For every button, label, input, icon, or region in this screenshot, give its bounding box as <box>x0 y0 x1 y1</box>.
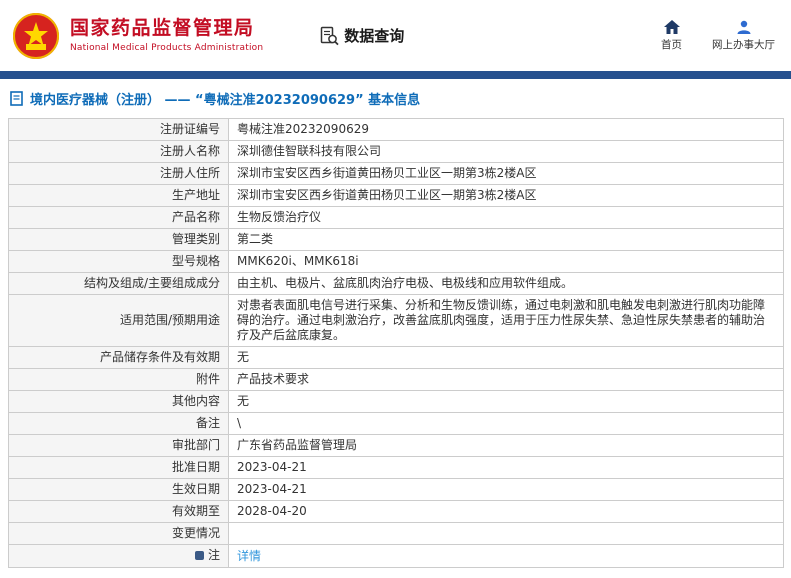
row-value: 粤械注准20232090629 <box>228 118 784 141</box>
row-label: 注册证编号 <box>8 118 229 141</box>
note-label: 注 <box>207 548 220 562</box>
note-icon <box>194 551 204 560</box>
row-value: 第二类 <box>228 228 784 251</box>
row-value: MMK620i、MMK618i <box>228 250 784 273</box>
row-model-spec: 型号规格 MMK620i、MMK618i <box>8 250 784 273</box>
row-value: 2028-04-20 <box>228 500 784 523</box>
row-registrant-name: 注册人名称 深圳德佳智联科技有限公司 <box>8 140 784 163</box>
document-icon <box>10 91 23 106</box>
row-value: 2023-04-21 <box>228 478 784 501</box>
row-label: 注册人名称 <box>8 140 229 163</box>
info-table-wrap: 注册证编号 粤械注准20232090629 注册人名称 深圳德佳智联科技有限公司… <box>0 116 791 568</box>
row-registration-number: 注册证编号 粤械注准20232090629 <box>8 118 784 141</box>
row-value: 无 <box>228 346 784 369</box>
row-value: \ <box>228 412 784 435</box>
row-value: 2023-04-21 <box>228 456 784 479</box>
detail-link[interactable]: 详情 <box>237 549 261 563</box>
data-query-label: 数据查询 <box>344 27 405 45</box>
row-value: 深圳市宝安区西乡街道黄田杨贝工业区一期第3栋2楼A区 <box>228 184 784 207</box>
row-label: 产品储存条件及有效期 <box>8 346 229 369</box>
row-label: 管理类别 <box>8 228 229 251</box>
row-value: 深圳市宝安区西乡街道黄田杨贝工业区一期第3栋2楼A区 <box>228 162 784 185</box>
breadcrumb: 境内医疗器械（注册） —— “粤械注准20232090629” 基本信息 <box>0 79 791 116</box>
row-approval-date: 批准日期 2023-04-21 <box>8 456 784 479</box>
row-value: 无 <box>228 390 784 413</box>
home-icon <box>663 19 680 34</box>
org-title-block: 国家药品监督管理局 National Medical Products Admi… <box>70 17 264 53</box>
row-value: 详情 <box>228 544 784 568</box>
org-name-cn: 国家药品监督管理局 <box>70 17 255 40</box>
page-title: 境内医疗器械（注册） —— “粤械注准20232090629” 基本信息 <box>30 93 421 108</box>
row-remarks: 备注 \ <box>8 412 784 435</box>
row-label: 附件 <box>8 368 229 391</box>
data-query-nav[interactable]: 数据查询 <box>319 25 404 46</box>
row-note: 注 详情 <box>8 544 784 568</box>
row-expiry-date: 有效期至 2028-04-20 <box>8 500 784 523</box>
row-storage-conditions: 产品储存条件及有效期 无 <box>8 346 784 369</box>
row-value <box>228 522 784 545</box>
online-hall-label: 网上办事大厅 <box>712 38 775 51</box>
row-label: 有效期至 <box>8 500 229 523</box>
row-label: 生产地址 <box>8 184 229 207</box>
person-icon <box>737 20 750 34</box>
online-hall-link[interactable]: 网上办事大厅 <box>712 20 775 52</box>
row-label: 产品名称 <box>8 206 229 229</box>
row-label: 生效日期 <box>8 478 229 501</box>
row-approval-department: 审批部门 广东省药品监督管理局 <box>8 434 784 457</box>
row-label: 变更情况 <box>8 522 229 545</box>
row-label: 结构及组成/主要组成成分 <box>8 272 229 295</box>
row-label: 备注 <box>8 412 229 435</box>
row-change-status: 变更情况 <box>8 522 784 545</box>
home-link[interactable]: 首页 <box>661 19 682 52</box>
row-label: 型号规格 <box>8 250 229 273</box>
home-link-label: 首页 <box>661 38 682 51</box>
top-links: 首页 网上办事大厅 <box>661 19 775 52</box>
row-attachment: 附件 产品技术要求 <box>8 368 784 391</box>
org-name-en: National Medical Products Administration <box>70 42 264 53</box>
row-value: 由主机、电极片、盆底肌肉治疗电极、电极线和应用软件组成。 <box>228 272 784 295</box>
row-effective-date: 生效日期 2023-04-21 <box>8 478 784 501</box>
row-composition: 结构及组成/主要组成成分 由主机、电极片、盆底肌肉治疗电极、电极线和应用软件组成… <box>8 272 784 295</box>
row-value: 产品技术要求 <box>228 368 784 391</box>
row-management-category: 管理类别 第二类 <box>8 228 784 251</box>
row-registrant-address: 注册人住所 深圳市宝安区西乡街道黄田杨贝工业区一期第3栋2楼A区 <box>8 162 784 185</box>
row-production-address: 生产地址 深圳市宝安区西乡街道黄田杨贝工业区一期第3栋2楼A区 <box>8 184 784 207</box>
row-label: 批准日期 <box>8 456 229 479</box>
row-product-name: 产品名称 生物反馈治疗仪 <box>8 206 784 229</box>
registration-info-table: 注册证编号 粤械注准20232090629 注册人名称 深圳德佳智联科技有限公司… <box>8 118 784 568</box>
row-label: 注册人住所 <box>8 162 229 185</box>
page-header: 国家药品监督管理局 National Medical Products Admi… <box>0 0 791 71</box>
row-label: 审批部门 <box>8 434 229 457</box>
row-label: 注 <box>8 544 229 568</box>
header-divider-bar <box>0 71 791 79</box>
row-label: 其他内容 <box>8 390 229 413</box>
row-value: 生物反馈治疗仪 <box>228 206 784 229</box>
row-label: 适用范围/预期用途 <box>8 294 229 347</box>
data-query-icon <box>321 26 339 45</box>
row-value: 广东省药品监督管理局 <box>228 434 784 457</box>
row-value: 深圳德佳智联科技有限公司 <box>228 140 784 163</box>
national-emblem-icon <box>13 12 59 59</box>
row-intended-use: 适用范围/预期用途 对患者表面肌电信号进行采集、分析和生物反馈训练，通过电刺激和… <box>8 294 784 347</box>
row-other-content: 其他内容 无 <box>8 390 784 413</box>
row-value: 对患者表面肌电信号进行采集、分析和生物反馈训练，通过电刺激和肌电触发电刺激进行肌… <box>228 294 784 347</box>
